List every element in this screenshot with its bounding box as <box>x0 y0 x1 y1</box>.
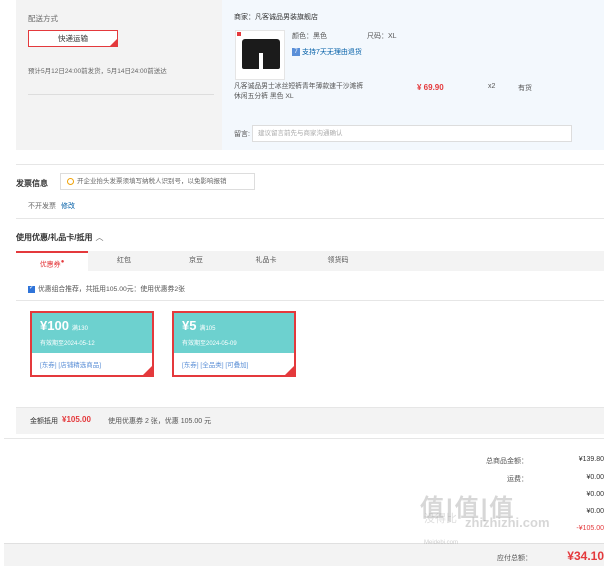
coupon-condition: 满105 <box>199 326 216 332</box>
shop-name: 商家：凡客诚品男装旗舰店 <box>234 14 318 21</box>
coupon-summary-desc: 使用优惠券 2 张，优惠 105.00 元 <box>108 418 212 425</box>
product-price: ¥ 69.90 <box>417 83 444 92</box>
invoice-edit-link[interactable]: 修改 <box>61 201 75 211</box>
return-icon: 7 <box>292 48 300 57</box>
coupon-card[interactable]: ¥100 满130 有效期至2024-05-12 [东券] [店铺精选商品] <box>30 311 154 377</box>
coupon-validity: 有效期至2024-05-12 <box>40 341 95 347</box>
memo-label: 留言: <box>234 131 250 138</box>
coupon-amount: ¥5 满105 <box>182 318 215 333</box>
return-support[interactable]: 7 支持7天无理由退货 <box>292 47 362 57</box>
tag-icon <box>237 32 241 36</box>
coupon-tags: [东券] [店铺精选商品] <box>40 362 102 369</box>
coupon-tags: [东券] [全品类] [可叠加] <box>182 362 249 369</box>
selected-corner-icon <box>110 39 117 46</box>
product-image[interactable] <box>235 30 285 80</box>
shipping-method-label: 快递运输 <box>58 34 88 43</box>
coupon-summary-amount: ¥105.00 <box>62 415 91 424</box>
invoice-tip: 开企业抬头发票须填写纳税人识别号，以免影响报销 <box>60 173 255 190</box>
product-qty: x2 <box>488 83 496 90</box>
product-size: 尺码：XL <box>367 33 397 40</box>
total-label: 运费： <box>507 476 528 483</box>
coupon-validity: 有效期至2024-05-09 <box>182 341 237 347</box>
shorts-image-icon <box>242 39 280 69</box>
coupon-summary-label: 金额抵用 <box>30 418 58 425</box>
lightbulb-icon <box>67 177 74 185</box>
checkbox-icon[interactable] <box>28 284 35 293</box>
total-value: ¥0.00 <box>586 508 604 515</box>
coupon-summary-bar <box>16 408 604 434</box>
watermark-url: zhizhizhi.com <box>465 515 550 530</box>
total-value: ¥0.00 <box>586 491 604 498</box>
watermark-en: Meidebi.com <box>424 540 459 546</box>
tab-dot-icon: ● <box>60 259 65 265</box>
divider <box>4 438 604 439</box>
tab-label: 优惠券 <box>39 261 61 269</box>
selected-corner-icon <box>285 366 294 375</box>
coupon-amount: ¥100 满130 <box>40 318 88 333</box>
selected-corner-icon <box>143 366 152 375</box>
invoice-tip-text: 开企业抬头发票须填写纳税人识别号，以免影响报销 <box>77 178 227 185</box>
invoice-value: 不开发票 <box>28 203 56 210</box>
coupon-card[interactable]: ¥5 满105 有效期至2024-05-09 [东券] [全品类] [可叠加] <box>172 311 296 377</box>
pay-total-label: 应付总额： <box>497 555 532 562</box>
total-value: -¥105.00 <box>576 525 604 532</box>
coupon-section-title: 使用优惠/礼品卡/抵用 <box>16 233 93 242</box>
total-value: ¥139.80 <box>578 456 604 463</box>
invoice-title: 发票信息 <box>16 179 48 188</box>
divider <box>16 164 604 165</box>
shipping-title: 配送方式 <box>28 14 58 23</box>
product-color: 颜色：黑色 <box>292 33 327 40</box>
coupon-condition: 满130 <box>71 326 88 332</box>
divider <box>28 94 214 95</box>
divider <box>16 218 604 219</box>
coupon-amount-value: ¥5 <box>182 318 197 333</box>
tab-redpacket[interactable]: 红包 <box>88 251 160 271</box>
watermark-text: 没得比 <box>424 513 457 525</box>
total-label: 总商品金额： <box>486 458 528 465</box>
pay-total-value: ¥34.10 <box>567 549 604 563</box>
tab-giftcard[interactable]: 礼品卡 <box>230 251 302 271</box>
coupon-section-toggle[interactable]: 使用优惠/礼品卡/抵用 ︿ <box>16 232 103 243</box>
shipping-method-button[interactable]: 快递运输 <box>28 30 118 47</box>
chevron-up-icon: ︿ <box>95 233 104 242</box>
tab-redeem-code[interactable]: 领货码 <box>302 251 374 271</box>
memo-input[interactable]: 建议留言前先与商家沟通确认 <box>252 125 572 142</box>
tab-coupons[interactable]: 优惠券● <box>16 251 88 271</box>
combo-text: 优惠组合推荐，共抵用105.00元：使用优惠券2张 <box>38 286 185 293</box>
total-value: ¥0.00 <box>586 474 604 481</box>
tab-jingdou[interactable]: 京豆 <box>160 251 232 271</box>
product-title[interactable]: 凡客诚品男士冰丝短裤青年薄款速干沙滩裤休闲五分裤 黑色 XL <box>234 82 366 102</box>
return-support-label: 支持7天无理由退货 <box>302 49 362 56</box>
coupon-amount-value: ¥100 <box>40 318 69 333</box>
stock-status: 有货 <box>518 85 532 92</box>
combo-recommend[interactable]: 优惠组合推荐，共抵用105.00元：使用优惠券2张 <box>28 283 185 293</box>
delivery-estimate: 预计5月12日24:00前发货，5月14日24:00前送达 <box>28 68 167 75</box>
